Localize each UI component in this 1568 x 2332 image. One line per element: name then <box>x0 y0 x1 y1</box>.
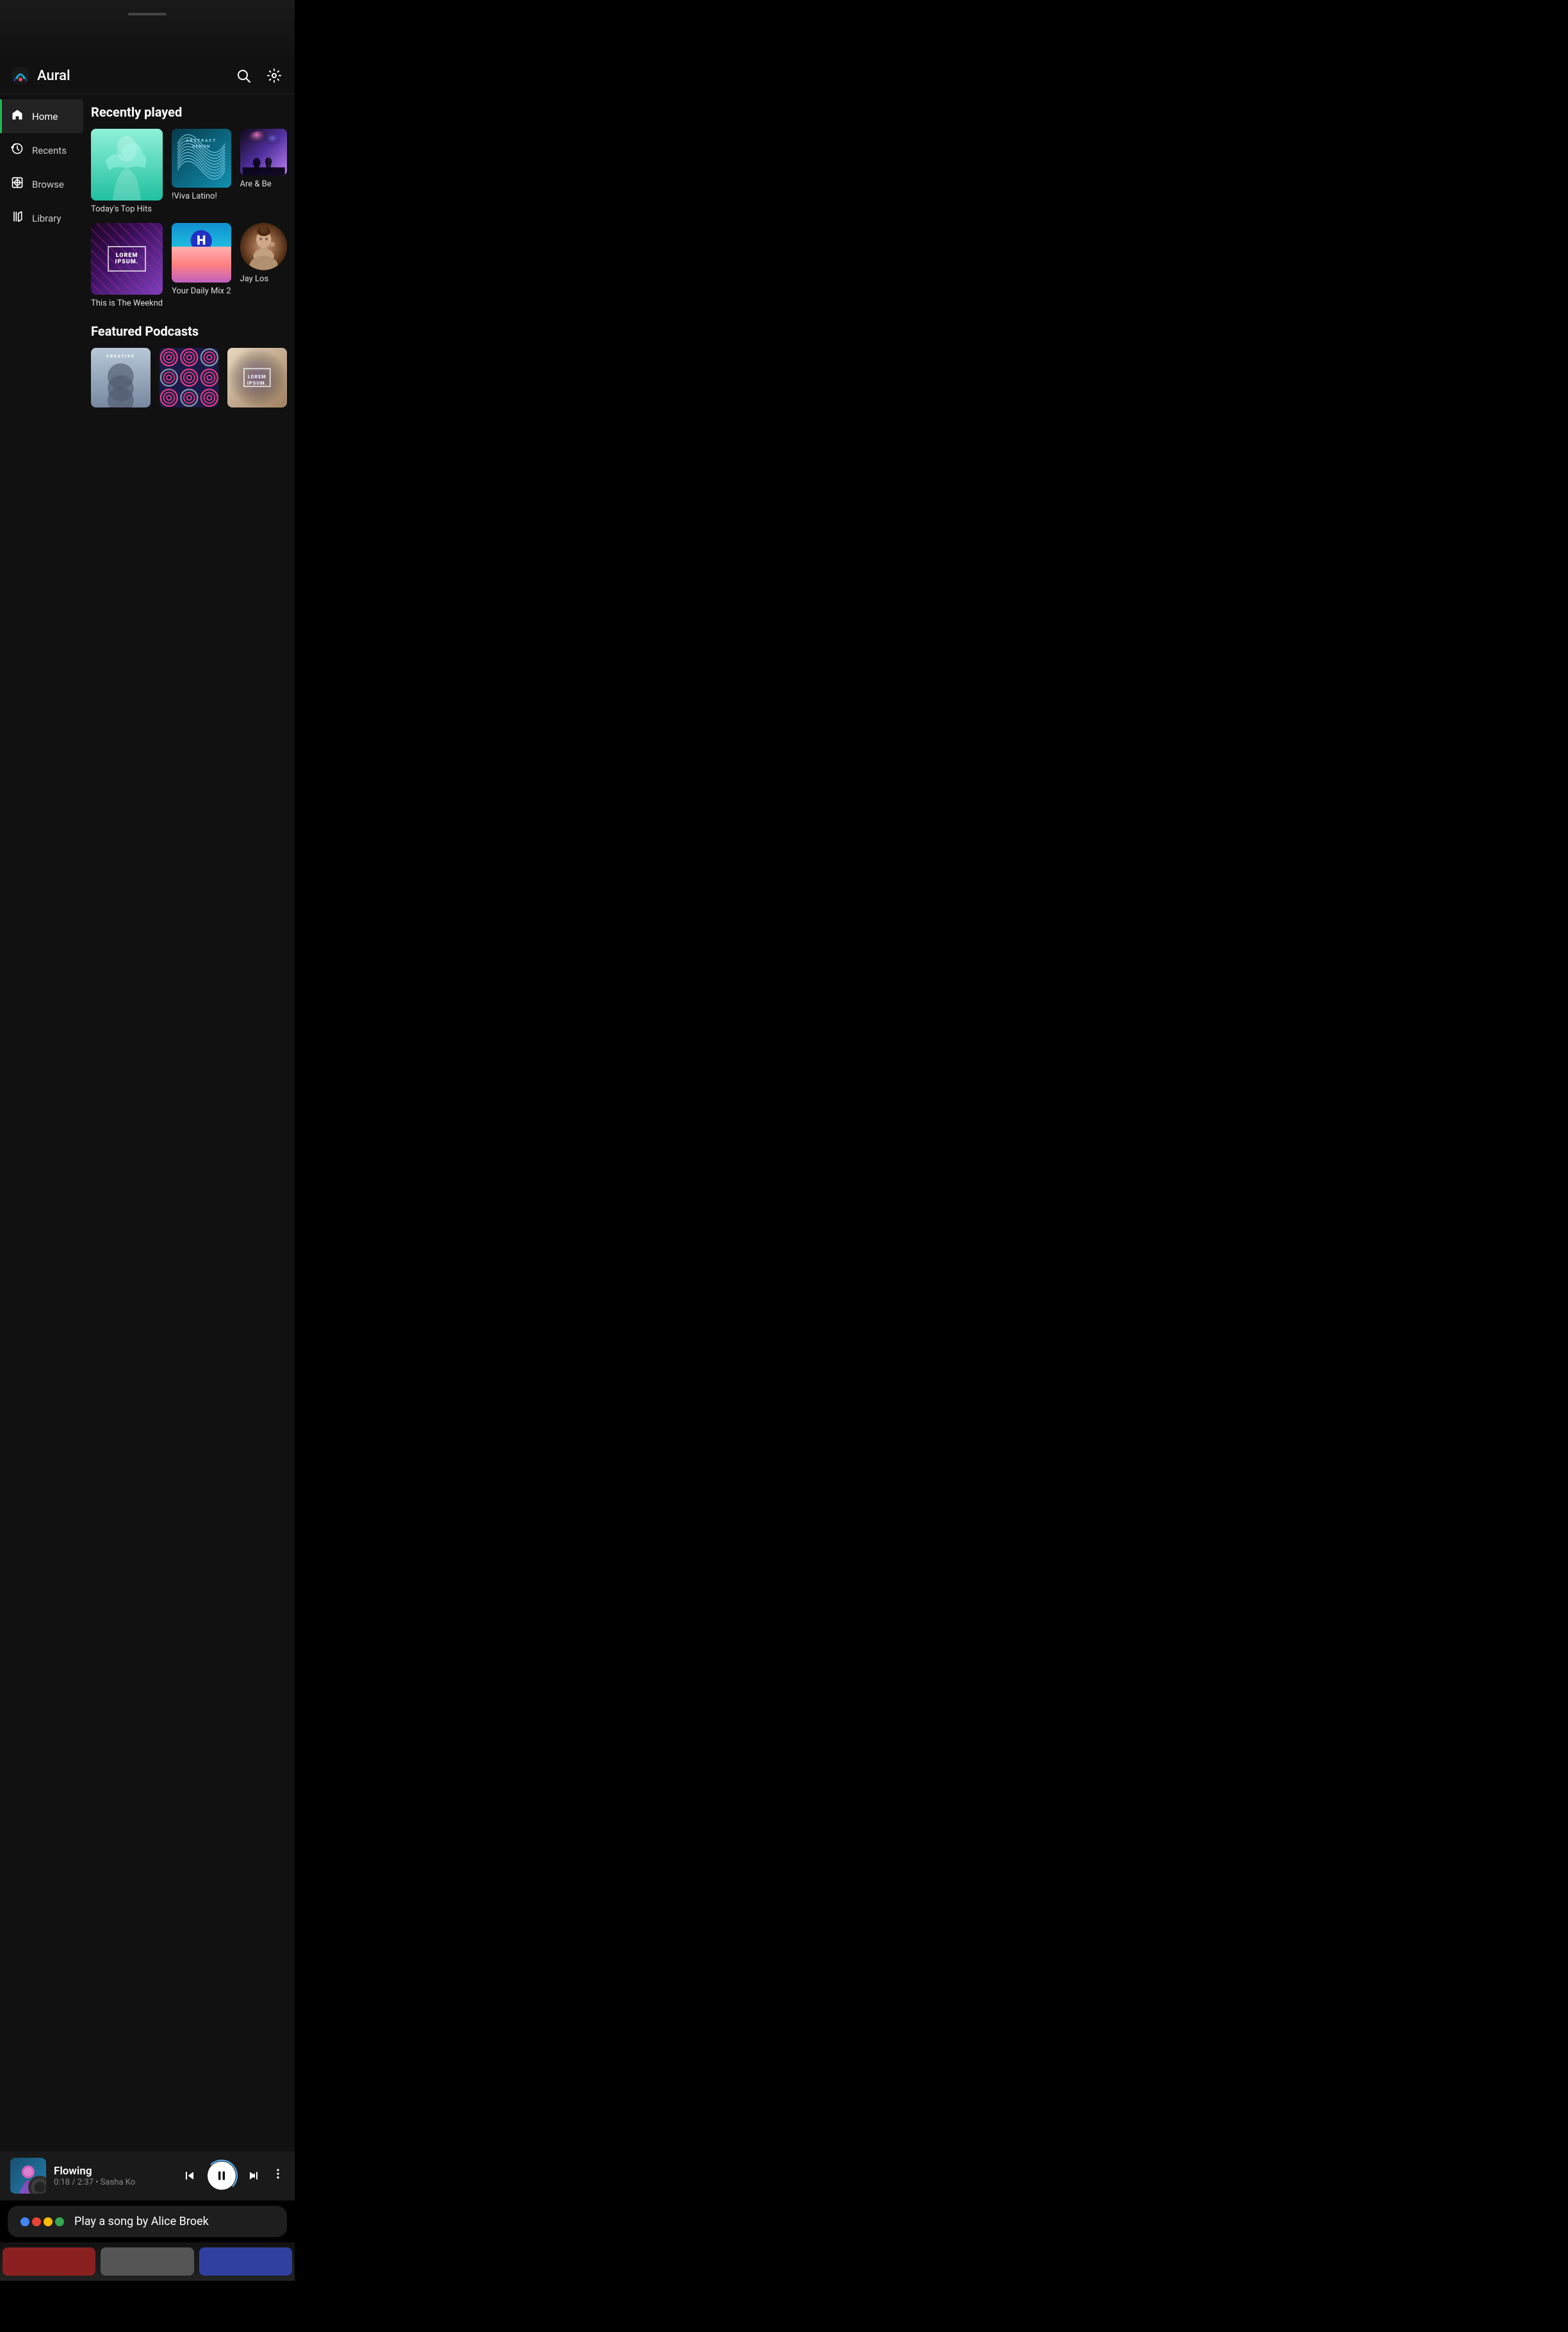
search-icon <box>236 68 251 83</box>
svg-text:H: H <box>197 233 206 248</box>
card-are-be[interactable]: Are & Be <box>240 129 287 214</box>
voice-dot-yellow <box>44 2217 53 2226</box>
card-this-is-weeknd[interactable]: LOREM IPSUM. This is The Weeknd <box>91 223 163 308</box>
weeknd-box-line2: IPSUM. <box>115 259 139 265</box>
settings-button[interactable] <box>264 65 284 86</box>
svg-text:CREATIVE: CREATIVE <box>106 354 135 359</box>
podcast-image-pattern <box>159 348 219 407</box>
weeknd-box: LOREM IPSUM. <box>108 246 147 272</box>
player-info: Flowing 0:18 / 2:37 • Sasha Ko <box>54 2165 174 2187</box>
player-thumbnail[interactable] <box>10 2158 46 2194</box>
dailymix-art: H <box>172 223 231 282</box>
label-viva-latino: !Viva Latino! <box>172 192 231 201</box>
bottom-pills-area <box>0 2242 295 2281</box>
sidebar: Home Recents Bro <box>0 94 83 2201</box>
voice-dot-green <box>55 2217 64 2226</box>
app-logo: Aural <box>10 65 233 86</box>
jaylos-art <box>240 223 287 270</box>
podcast-card-lorem[interactable]: LOREM IPSUM. <box>227 348 287 407</box>
podcast-image-lorem: LOREM IPSUM. <box>227 348 287 407</box>
weeknd-box-line1: LOREM <box>115 252 139 259</box>
card-image-daily-mix: H <box>172 223 231 282</box>
sidebar-label-library: Library <box>32 213 61 224</box>
more-icon <box>272 2167 284 2180</box>
browse-icon <box>10 176 24 192</box>
featured-podcasts-title: Featured Podcasts <box>91 324 287 339</box>
home-icon <box>10 108 24 124</box>
player-bar: Flowing 0:18 / 2:37 • Sasha Ko <box>0 2151 295 2200</box>
card-jay-los[interactable]: Jay Los <box>240 223 287 308</box>
creative-art: CREATIVE <box>91 348 151 407</box>
gear-icon <box>266 68 282 83</box>
header-actions <box>233 65 284 86</box>
tth-art <box>91 129 163 201</box>
player-subtitle: 0:18 / 2:37 • Sasha Ko <box>54 2178 174 2187</box>
voice-dot-blue <box>20 2217 29 2226</box>
main-layout: Home Recents Bro <box>0 94 295 2201</box>
spacer <box>0 2281 295 2332</box>
skip-back-button[interactable] <box>182 2168 197 2183</box>
recently-played-title: Recently played <box>91 104 287 120</box>
voice-dot-red <box>32 2217 41 2226</box>
sidebar-label-recents: Recents <box>32 145 67 156</box>
podcast-grid: CREATIVE <box>91 348 287 407</box>
skip-forward-button[interactable] <box>246 2168 261 2183</box>
podcast-card-creative[interactable]: CREATIVE <box>91 348 151 407</box>
search-button[interactable] <box>233 65 254 86</box>
sidebar-item-home[interactable]: Home <box>0 99 83 133</box>
sidebar-item-recents[interactable]: Recents <box>0 133 83 167</box>
app-header: Aural <box>0 58 295 94</box>
recents-icon <box>10 142 24 158</box>
label-todays-top-hits: Today's Top Hits <box>91 204 163 214</box>
sidebar-item-browse[interactable]: Browse <box>0 167 83 201</box>
sidebar-item-library[interactable]: Library <box>0 201 83 235</box>
podcast-image-creative: CREATIVE <box>91 348 151 407</box>
card-image-jay-los <box>240 223 287 270</box>
recently-played-grid: Today's Top Hits <box>91 129 287 308</box>
weeknd-art: LOREM IPSUM. <box>91 223 163 295</box>
card-daily-mix[interactable]: H Your Daily Mix 2 <box>172 223 231 308</box>
skip-forward-icon <box>246 2168 261 2183</box>
card-todays-top-hits[interactable]: Today's Top Hits <box>91 129 163 214</box>
viva-art: ABSTRACT DESIGN <box>172 129 231 188</box>
pause-button[interactable] <box>208 2162 236 2190</box>
camera-area <box>0 0 295 58</box>
card-image-viva-latino: ABSTRACT DESIGN <box>172 129 231 188</box>
voice-assistant-text: Play a song by Alice Broek <box>74 2215 209 2228</box>
arebe-art <box>240 129 287 176</box>
svg-text:IPSUM.: IPSUM. <box>247 381 267 386</box>
skip-back-icon <box>182 2168 197 2183</box>
sidebar-label-home: Home <box>32 111 58 122</box>
podcast-card-pattern[interactable] <box>159 348 219 407</box>
aural-logo-icon <box>10 65 31 86</box>
main-content: Recently played <box>83 94 295 2201</box>
card-image-are-be <box>240 129 287 176</box>
pause-icon <box>215 2169 228 2182</box>
label-daily-mix: Your Daily Mix 2 <box>172 286 231 296</box>
card-image-todays-top-hits <box>91 129 163 201</box>
voice-assistant-bar[interactable]: Play a song by Alice Broek <box>8 2206 287 2237</box>
more-options-button[interactable] <box>272 2167 284 2184</box>
library-icon <box>10 210 24 226</box>
voice-dots <box>20 2217 64 2226</box>
svg-text:ABSTRACT: ABSTRACT <box>186 138 216 143</box>
card-viva-latino[interactable]: ABSTRACT DESIGN !Viva Latino! <box>172 129 231 214</box>
app-title: Aural <box>37 68 70 84</box>
svg-text:DESIGN: DESIGN <box>192 144 210 149</box>
label-weeknd: This is The Weeknd <box>91 299 163 308</box>
player-song-title: Flowing <box>54 2165 174 2178</box>
label-jay-los: Jay Los <box>240 274 287 284</box>
player-controls <box>182 2162 284 2190</box>
label-are-be: Are & Be <box>240 179 287 189</box>
lorem-art: LOREM IPSUM. <box>227 348 287 407</box>
bottom-pill-2[interactable] <box>101 2247 193 2276</box>
sidebar-label-browse: Browse <box>32 179 64 190</box>
svg-text:LOREM: LOREM <box>248 374 266 380</box>
bottom-pill-3[interactable] <box>199 2247 292 2276</box>
bottom-pill-1[interactable] <box>3 2247 95 2276</box>
card-image-weeknd: LOREM IPSUM. <box>91 223 163 295</box>
